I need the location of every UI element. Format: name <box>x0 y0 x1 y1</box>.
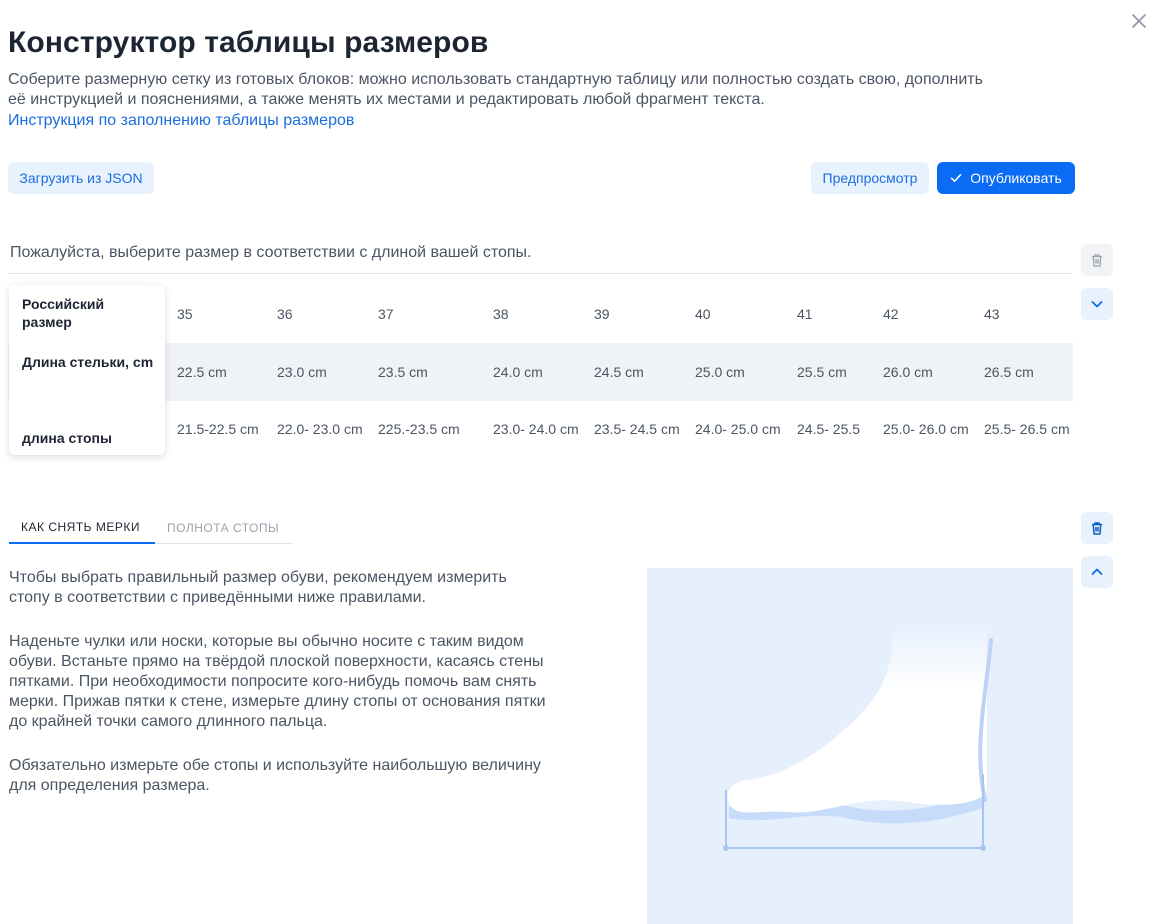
table-cell: 43 <box>984 306 1000 322</box>
table-cell: 22.5 cm <box>177 364 227 380</box>
page-title: Конструктор таблицы размеров <box>8 26 489 59</box>
table-cell: 24.5 cm <box>594 364 644 380</box>
table-cell: 23.5 cm <box>378 364 428 380</box>
text-line: обуви. Встаньте прямо на твёрдой плоской… <box>9 653 544 670</box>
text-line: пятками. При необходимости попросите ког… <box>9 673 537 690</box>
row-headers: Российский размер Длина стельки, cm длин… <box>9 285 165 455</box>
table-cell: 24.0 cm <box>493 364 543 380</box>
row-header-foot: длина стопы <box>22 430 112 446</box>
row-header-ru-size: Российский размер <box>22 296 105 330</box>
table-note: Пожалуйста, выберите размер в соответств… <box>10 244 532 261</box>
text-line: для определения размера. <box>9 777 210 794</box>
table-cell: 25.0- 26.0 cm <box>883 421 969 437</box>
paragraph: Обязательно измерьте обе стопы и использ… <box>9 756 609 796</box>
upload-json-button[interactable]: Загрузить из JSON <box>8 162 154 194</box>
foot-measurement-illustration <box>647 568 1073 924</box>
trash-icon <box>1092 522 1102 535</box>
publish-label: Опубликовать <box>970 170 1062 186</box>
table-cell: 24.5- 25.5 <box>797 421 861 437</box>
table-cell: 35 <box>177 306 193 322</box>
check-icon <box>950 174 962 182</box>
table-cell: 22.0- 23.0 cm <box>277 421 363 437</box>
tab-how-to-measure[interactable]: КАК СНЯТЬ МЕРКИ <box>9 512 155 544</box>
table-cell: 26.5 cm <box>984 364 1034 380</box>
row-header-insole: Длина стельки, cm <box>22 354 154 370</box>
table-cell: 37 <box>378 306 394 322</box>
table-cell: 42 <box>883 306 899 322</box>
move-down-button[interactable] <box>1081 288 1113 320</box>
table-cell: 23.0- 24.0 cm <box>493 421 579 437</box>
paragraph: Наденьте чулки или носки, которые вы обы… <box>9 632 609 732</box>
text-line: до крайней точки самого длинного пальца. <box>9 713 328 730</box>
chevron-down-icon <box>1091 301 1103 308</box>
intro-text: Соберите размерную сетку из готовых блок… <box>8 70 1078 110</box>
table-cell: 21.5-22.5 cm <box>177 421 259 437</box>
intro-line: её инструкцией и пояснениями, а также ме… <box>8 91 765 108</box>
paragraph: Чтобы выбрать правильный размер обуви, р… <box>9 568 609 608</box>
table-cell: 38 <box>493 306 509 322</box>
tab-foot-width[interactable]: ПОЛНОТА СТОПЫ <box>167 512 279 543</box>
table-cell: 39 <box>594 306 610 322</box>
foot-icon <box>723 623 993 851</box>
publish-button[interactable]: Опубликовать <box>937 162 1075 194</box>
instructions-text: Чтобы выбрать правильный размер обуви, р… <box>9 568 609 820</box>
table-cell: 25.0 cm <box>695 364 745 380</box>
table-cell: 23.5- 24.5 cm <box>594 421 680 437</box>
text-line: стопу в соответствии с приведёнными ниже… <box>9 589 426 606</box>
preview-button[interactable]: Предпросмотр <box>811 162 929 194</box>
move-up-button[interactable] <box>1081 556 1113 588</box>
table-cell: 24.0- 25.0 cm <box>695 421 781 437</box>
divider <box>8 273 1072 274</box>
intro-line: Соберите размерную сетку из готовых блок… <box>8 71 983 88</box>
tabs: КАК СНЯТЬ МЕРКИ ПОЛНОТА СТОПЫ <box>9 512 293 544</box>
delete-block-button[interactable] <box>1081 512 1113 544</box>
table-cell: 23.0 cm <box>277 364 327 380</box>
table-cell: 41 <box>797 306 813 322</box>
table-cell: 36 <box>277 306 293 322</box>
table-cell: 225.-23.5 cm <box>378 421 460 437</box>
table-cell: 26.0 cm <box>883 364 933 380</box>
text-line: Чтобы выбрать правильный размер обуви, р… <box>9 569 507 586</box>
text-line: мерки. Прижав пятки к стене, измерьте дл… <box>9 693 546 710</box>
text-line: Наденьте чулки или носки, которые вы обы… <box>9 633 524 650</box>
table-cell: 40 <box>695 306 711 322</box>
guide-link[interactable]: Инструкция по заполнению таблицы размеро… <box>8 111 354 131</box>
text-line: Обязательно измерьте обе стопы и использ… <box>9 757 541 774</box>
close-icon <box>1132 14 1146 28</box>
table-cell: 25.5- 26.5 cm <box>984 421 1070 437</box>
chevron-up-icon <box>1091 568 1103 575</box>
close-button[interactable] <box>1128 10 1150 32</box>
trash-icon <box>1092 254 1102 267</box>
table-cell: 25.5 cm <box>797 364 847 380</box>
delete-table-button[interactable] <box>1081 244 1113 276</box>
